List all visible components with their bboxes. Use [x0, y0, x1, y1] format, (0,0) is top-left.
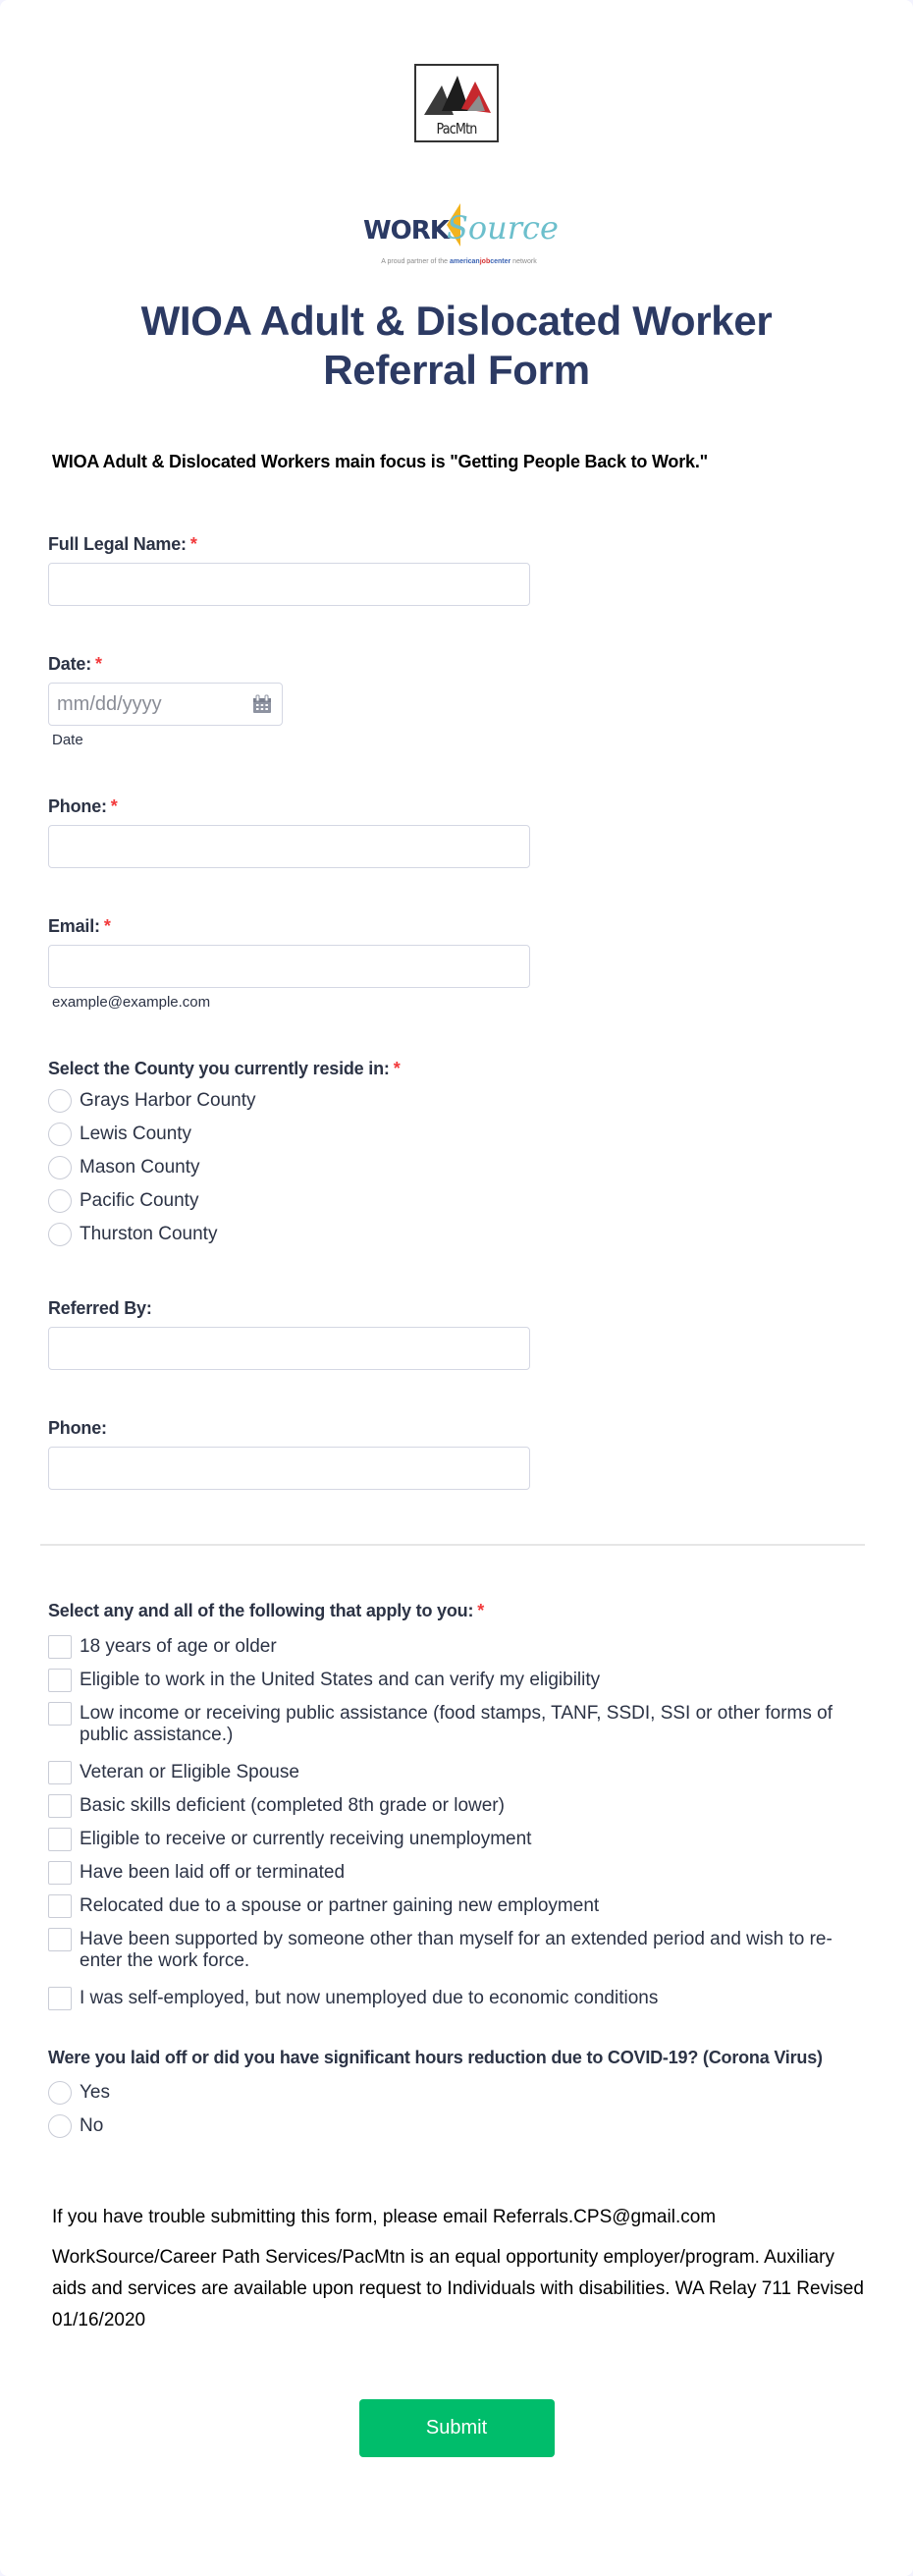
- referrer-phone-label: Phone:: [48, 1418, 107, 1438]
- worksource-logo-work: WORK: [363, 216, 450, 246]
- phone-input[interactable]: [48, 825, 530, 868]
- tagline-prefix: A proud partner of the: [381, 258, 450, 265]
- full-name-label: Full Legal Name: *: [48, 534, 197, 554]
- checkbox[interactable]: [48, 1761, 72, 1784]
- required-marker: *: [393, 1059, 401, 1078]
- date-sublabel: Date: [52, 732, 83, 748]
- checkbox[interactable]: [48, 1702, 72, 1726]
- pacmtn-logo-text: PacMtn: [436, 120, 478, 137]
- section-divider: [40, 1544, 865, 1546]
- checkbox[interactable]: [48, 1861, 72, 1885]
- full-name-input[interactable]: [48, 563, 530, 606]
- required-marker: *: [110, 796, 118, 816]
- tagline-american: american: [449, 258, 480, 265]
- email-field: Email: * example@example.com: [48, 915, 865, 1011]
- eligibility-option[interactable]: Eligible to work in the United States an…: [48, 1669, 865, 1702]
- phone-label: Phone: *: [48, 796, 118, 816]
- eligibility-field: Select any and all of the following that…: [48, 1600, 865, 2020]
- eligibility-option[interactable]: Low income or receiving public assistanc…: [48, 1702, 865, 1761]
- tagline-job: job: [479, 258, 491, 265]
- checkbox[interactable]: [48, 1894, 72, 1918]
- checkbox[interactable]: [48, 1669, 72, 1692]
- radio-button[interactable]: [48, 2114, 72, 2138]
- date-field: Date:* Date: [48, 653, 865, 748]
- worksource-tagline: A proud partner of the americanjobcenter…: [363, 258, 555, 265]
- phone-field: Phone: *: [48, 795, 865, 868]
- eligibility-option[interactable]: Relocated due to a spouse or partner gai…: [48, 1894, 865, 1928]
- date-input-wrapper: [48, 683, 283, 726]
- form-card: PacMtn WORK Source A proud partner of th…: [0, 0, 913, 2576]
- date-label: Date: *: [48, 654, 102, 674]
- county-field: Select the County you currently reside i…: [48, 1058, 865, 1256]
- county-option[interactable]: Lewis County: [48, 1123, 865, 1156]
- trouble-note: If you have trouble submitting this form…: [52, 2207, 717, 2227]
- county-option[interactable]: Grays Harbor County: [48, 1089, 865, 1123]
- covid-field: Were you laid off or did you have signif…: [48, 2046, 865, 2148]
- county-label: Select the County you currently reside i…: [48, 1059, 401, 1078]
- eligibility-option[interactable]: 18 years of age or older: [48, 1635, 865, 1669]
- calendar-icon[interactable]: [252, 694, 272, 719]
- email-label: Email: *: [48, 916, 111, 936]
- required-marker: *: [189, 534, 197, 554]
- radio-button[interactable]: [48, 1089, 72, 1113]
- referrer-phone-input[interactable]: [48, 1447, 530, 1490]
- checkbox[interactable]: [48, 1928, 72, 1951]
- page-title: WIOA Adult & Dislocated Worker Referral …: [140, 298, 773, 393]
- tagline-suffix: network: [510, 258, 537, 265]
- eligibility-label: Select any and all of the following that…: [48, 1601, 485, 1620]
- radio-button[interactable]: [48, 1123, 72, 1146]
- covid-options: Yes No: [48, 2081, 865, 2148]
- eligibility-options: 18 years of age or older Eligible to wor…: [48, 1635, 865, 2020]
- checkbox[interactable]: [48, 1635, 72, 1659]
- radio-button[interactable]: [48, 1189, 72, 1213]
- eligibility-option[interactable]: Basic skills deficient (completed 8th gr…: [48, 1794, 865, 1828]
- date-input[interactable]: [57, 692, 234, 716]
- checkbox[interactable]: [48, 1987, 72, 2010]
- county-option[interactable]: Mason County: [48, 1156, 865, 1189]
- required-marker: *: [95, 654, 102, 674]
- submit-button[interactable]: Submit: [358, 2399, 555, 2457]
- tagline-center: center: [490, 258, 511, 265]
- referred-by-input[interactable]: [48, 1327, 530, 1370]
- referred-by-field: Referred By:: [48, 1297, 865, 1370]
- mountains-icon: [424, 76, 491, 115]
- referred-by-label: Referred By:: [48, 1298, 152, 1318]
- pacmtn-logo: PacMtn: [414, 64, 499, 142]
- radio-button[interactable]: [48, 2081, 72, 2105]
- county-option[interactable]: Pacific County: [48, 1189, 865, 1223]
- county-options: Grays Harbor County Lewis County Mason C…: [48, 1089, 865, 1256]
- covid-label: Were you laid off or did you have signif…: [48, 2048, 823, 2067]
- county-option[interactable]: Thurston County: [48, 1223, 865, 1256]
- email-input[interactable]: [48, 945, 530, 988]
- required-marker: *: [477, 1601, 485, 1620]
- eligibility-option[interactable]: I was self-employed, but now unemployed …: [48, 1987, 865, 2020]
- eligibility-option[interactable]: Have been laid off or terminated: [48, 1861, 865, 1894]
- intro-text: WIOA Adult & Dislocated Workers main foc…: [52, 452, 708, 471]
- eligibility-option[interactable]: Have been supported by someone other tha…: [48, 1928, 865, 1987]
- worksource-logo: WORK Source A proud partner of the ameri…: [358, 203, 559, 272]
- radio-button[interactable]: [48, 1223, 72, 1246]
- radio-button[interactable]: [48, 1156, 72, 1179]
- eligibility-option[interactable]: Veteran or Eligible Spouse: [48, 1761, 865, 1794]
- covid-option-yes[interactable]: Yes: [48, 2081, 865, 2114]
- checkbox[interactable]: [48, 1828, 72, 1851]
- footer-notes: If you have trouble submitting this form…: [48, 2202, 865, 2336]
- full-name-field: Full Legal Name: *: [48, 533, 865, 606]
- eligibility-option[interactable]: Eligible to receive or currently receivi…: [48, 1828, 865, 1861]
- referrer-phone-field: Phone:: [48, 1417, 865, 1490]
- eeo-note: WorkSource/Career Path Services/PacMtn i…: [52, 2247, 864, 2330]
- checkbox[interactable]: [48, 1794, 72, 1818]
- covid-option-no[interactable]: No: [48, 2114, 865, 2148]
- email-sublabel: example@example.com: [52, 994, 211, 1011]
- required-marker: *: [103, 916, 111, 936]
- worksource-logo-source: Source: [446, 209, 559, 247]
